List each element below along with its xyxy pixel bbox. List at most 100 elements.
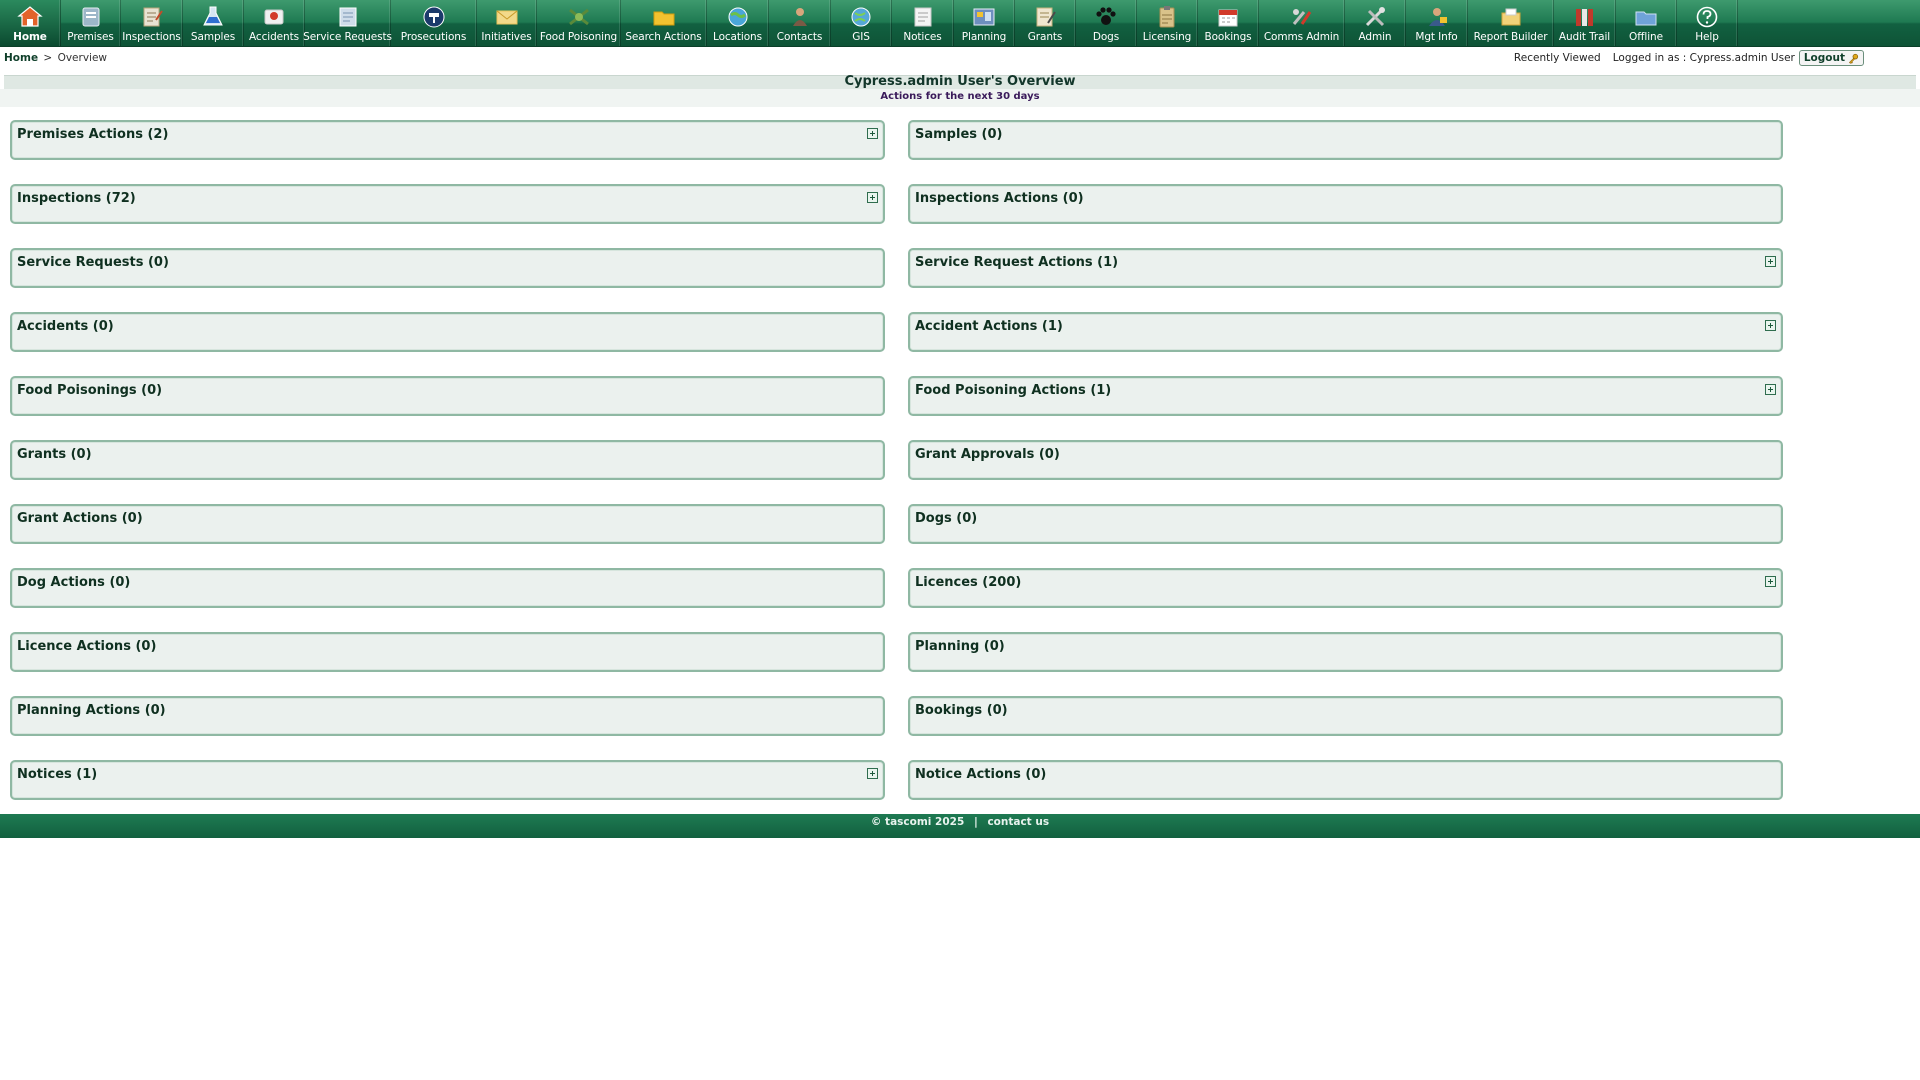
licensing-clipboard-icon xyxy=(1152,3,1182,29)
expand-plus-icon[interactable] xyxy=(867,768,878,779)
nav-item-service-requests[interactable]: Service Requests xyxy=(303,0,392,46)
nav-item-label: Mgt Info xyxy=(1415,31,1458,43)
help-question-icon xyxy=(1692,3,1722,29)
offline-folder-icon xyxy=(1631,3,1661,29)
nav-item-home[interactable]: Home xyxy=(0,0,61,46)
overview-panel: Grants (0) xyxy=(10,440,885,480)
panel-title[interactable]: Grant Approvals (0) xyxy=(915,447,1060,462)
nav-item-label: Grants xyxy=(1027,31,1063,43)
nav-item-notices[interactable]: Notices xyxy=(892,0,954,46)
nav-item-contacts[interactable]: Contacts xyxy=(769,0,831,46)
nav-item-initiatives[interactable]: Initiatives xyxy=(477,0,537,46)
nav-item-offline[interactable]: Offline xyxy=(1616,0,1677,46)
overview-panel: Planning (0) xyxy=(908,632,1783,672)
nav-item-accidents[interactable]: Accidents xyxy=(244,0,305,46)
overview-panel: Dog Actions (0) xyxy=(10,568,885,608)
nav-item-label: Licensing xyxy=(1142,31,1192,43)
panel-title[interactable]: Notices (1) xyxy=(17,767,97,782)
panel-title[interactable]: Accidents (0) xyxy=(17,319,114,334)
nav-item-bookings[interactable]: Bookings xyxy=(1198,0,1259,46)
recently-viewed-link[interactable]: Recently Viewed xyxy=(1514,52,1601,64)
panel-title[interactable]: Notice Actions (0) xyxy=(915,767,1046,782)
footer-separator: | xyxy=(973,816,978,828)
panel-title[interactable]: Samples (0) xyxy=(915,127,1002,142)
nav-item-planning[interactable]: Planning xyxy=(954,0,1015,46)
locations-globe-icon xyxy=(723,3,753,29)
panel-title[interactable]: Planning Actions (0) xyxy=(17,703,166,718)
logout-button[interactable]: Logout xyxy=(1798,50,1864,66)
nav-item-licensing[interactable]: Licensing xyxy=(1137,0,1198,46)
notices-icon xyxy=(908,3,938,29)
panel-title[interactable]: Premises Actions (2) xyxy=(17,127,168,142)
nav-item-help[interactable]: Help xyxy=(1677,0,1738,46)
nav-item-label: Prosecutions xyxy=(400,31,467,43)
nav-item-samples[interactable]: Samples xyxy=(183,0,244,46)
panel-title[interactable]: Dog Actions (0) xyxy=(17,575,130,590)
panel-title[interactable]: Service Request Actions (1) xyxy=(915,255,1118,270)
overview-panel: Accidents (0) xyxy=(10,312,885,352)
nav-item-label: Help xyxy=(1695,31,1719,43)
nav-item-comms-admin[interactable]: Comms Admin xyxy=(1259,0,1345,46)
panel-title[interactable]: Food Poisoning Actions (1) xyxy=(915,383,1111,398)
panel-title[interactable]: Service Requests (0) xyxy=(17,255,169,270)
nav-item-label: Offline xyxy=(1629,31,1663,43)
nav-item-label: Premises xyxy=(67,31,114,43)
nav-item-prosecutions[interactable]: Prosecutions xyxy=(391,0,477,46)
bookings-calendar-icon xyxy=(1213,3,1243,29)
nav-item-label: Home xyxy=(13,31,47,43)
overview-panel: Service Request Actions (1) xyxy=(908,248,1783,288)
nav-item-inspections[interactable]: Inspections xyxy=(121,0,183,46)
overview-panel: Grant Approvals (0) xyxy=(908,440,1783,480)
nav-item-mgt-info[interactable]: Mgt Info xyxy=(1406,0,1468,46)
nav-item-report-builder[interactable]: Report Builder xyxy=(1468,0,1554,46)
panel-title[interactable]: Grant Actions (0) xyxy=(17,511,143,526)
expand-plus-icon[interactable] xyxy=(1765,320,1776,331)
expand-plus-icon[interactable] xyxy=(1765,576,1776,587)
initiatives-envelope-icon xyxy=(492,3,522,29)
nav-item-label: Admin xyxy=(1358,31,1392,43)
contact-us-link[interactable]: contact us xyxy=(987,816,1049,828)
search-actions-folder-icon xyxy=(649,3,679,29)
panel-title[interactable]: Planning (0) xyxy=(915,639,1005,654)
nav-item-label: Search Actions xyxy=(625,31,702,43)
panel-title[interactable]: Licences (200) xyxy=(915,575,1021,590)
nav-item-food-poisoning[interactable]: Food Poisoning xyxy=(537,0,621,46)
nav-item-dogs[interactable]: Dogs xyxy=(1076,0,1137,46)
panel-title[interactable]: Inspections (72) xyxy=(17,191,136,206)
panel-title[interactable]: Food Poisonings (0) xyxy=(17,383,162,398)
audit-trail-icon xyxy=(1570,3,1600,29)
expand-plus-icon[interactable] xyxy=(867,128,878,139)
panel-title[interactable]: Licence Actions (0) xyxy=(17,639,156,654)
inspections-icon xyxy=(137,3,167,29)
report-builder-icon xyxy=(1496,3,1526,29)
panel-title[interactable]: Dogs (0) xyxy=(915,511,977,526)
nav-item-gis[interactable]: GIS xyxy=(831,0,892,46)
page-subtitle: Actions for the next 30 days xyxy=(880,91,1040,102)
nav-item-label: Service Requests xyxy=(303,31,392,43)
nav-item-premises[interactable]: Premises xyxy=(61,0,121,46)
nav-item-search-actions[interactable]: Search Actions xyxy=(621,0,707,46)
grants-icon xyxy=(1030,3,1060,29)
overview-panel: Samples (0) xyxy=(908,120,1783,160)
panel-title[interactable]: Accident Actions (1) xyxy=(915,319,1063,334)
nav-item-label: Comms Admin xyxy=(1263,31,1340,43)
expand-plus-icon[interactable] xyxy=(1765,384,1776,395)
nav-item-audit-trail[interactable]: Audit Trail xyxy=(1554,0,1616,46)
service-requests-icon xyxy=(333,3,363,29)
overview-panel: Food Poisonings (0) xyxy=(10,376,885,416)
footer-copyright: © tascomi 2025 xyxy=(870,816,965,828)
overview-panel: Inspections (72) xyxy=(10,184,885,224)
nav-item-locations[interactable]: Locations xyxy=(707,0,769,46)
panel-title[interactable]: Inspections Actions (0) xyxy=(915,191,1084,206)
nav-item-admin[interactable]: Admin xyxy=(1345,0,1406,46)
panel-title[interactable]: Bookings (0) xyxy=(915,703,1008,718)
overview-panel: Bookings (0) xyxy=(908,696,1783,736)
panel-title[interactable]: Grants (0) xyxy=(17,447,92,462)
expand-plus-icon[interactable] xyxy=(1765,256,1776,267)
nav-item-label: Accidents xyxy=(249,31,299,43)
expand-plus-icon[interactable] xyxy=(867,192,878,203)
nav-item-label: Report Builder xyxy=(1473,31,1548,43)
nav-item-label: Food Poisoning xyxy=(539,31,618,43)
nav-item-grants[interactable]: Grants xyxy=(1015,0,1076,46)
breadcrumb-home-link[interactable]: Home xyxy=(4,52,38,64)
